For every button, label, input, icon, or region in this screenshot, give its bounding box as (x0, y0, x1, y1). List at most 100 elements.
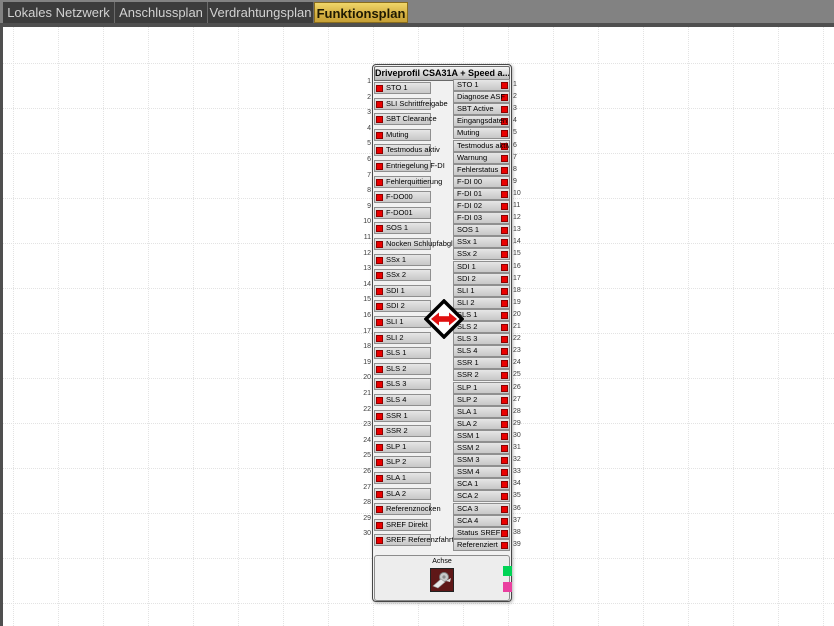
pin-connection-marker-icon[interactable] (501, 227, 508, 234)
pin-connection-marker-icon[interactable] (376, 303, 383, 310)
pin-connection-marker-icon[interactable] (501, 445, 508, 452)
axis-motor-icon[interactable] (430, 568, 454, 592)
input-pin[interactable]: SSx 1 (374, 254, 431, 266)
pin-connection-marker-icon[interactable] (501, 372, 508, 379)
pin-connection-marker-icon[interactable] (376, 444, 383, 451)
pin-connection-marker-icon[interactable] (376, 257, 383, 264)
pin-connection-marker-icon[interactable] (501, 324, 508, 331)
function-plan-canvas[interactable]: Driveprofil CSA31A + Speed a... STO 1 1 SL… (0, 27, 834, 626)
output-pin[interactable]: SLP 2 (453, 394, 510, 406)
output-pin[interactable]: SSR 1 (453, 357, 510, 369)
input-pin[interactable]: SSR 1 (374, 410, 431, 422)
pin-connection-marker-icon[interactable] (376, 475, 383, 482)
pin-connection-marker-icon[interactable] (376, 288, 383, 295)
pin-connection-marker-icon[interactable] (501, 409, 508, 416)
input-pin[interactable]: SSR 2 (374, 425, 431, 437)
output-pin[interactable]: SDI 2 (453, 273, 510, 285)
pin-connection-marker-icon[interactable] (501, 433, 508, 440)
input-pin[interactable]: Muting (374, 129, 431, 141)
pin-connection-marker-icon[interactable] (501, 397, 508, 404)
pin-connection-marker-icon[interactable] (376, 335, 383, 342)
pin-connection-marker-icon[interactable] (376, 413, 383, 420)
input-pin[interactable]: Testmodus aktiv (374, 144, 440, 156)
pin-connection-marker-icon[interactable] (376, 241, 383, 248)
pin-connection-marker-icon[interactable] (501, 360, 508, 367)
pin-connection-marker-icon[interactable] (376, 179, 383, 186)
output-pin[interactable]: F-DI 03 (453, 212, 510, 224)
output-pin[interactable]: SLP 1 (453, 382, 510, 394)
pin-connection-marker-icon[interactable] (501, 106, 508, 113)
pin-connection-marker-icon[interactable] (501, 300, 508, 307)
pin-connection-marker-icon[interactable] (376, 459, 383, 466)
tab-anschlussplan[interactable]: Anschlussplan (115, 2, 208, 23)
output-pin[interactable]: SOS 1 (453, 224, 510, 236)
input-pin[interactable]: Nocken Schlupfabgleich (374, 238, 466, 250)
input-pin[interactable]: SLA 2 (374, 488, 431, 500)
output-pin[interactable]: SSM 4 (453, 466, 510, 478)
input-pin[interactable]: F-DO01 (374, 207, 431, 219)
output-pin[interactable]: Diagnose ASF (453, 91, 510, 103)
pin-connection-marker-icon[interactable] (501, 493, 508, 500)
pin-connection-marker-icon[interactable] (501, 481, 508, 488)
output-pin[interactable]: SLI 1 (453, 285, 510, 297)
output-pin[interactable]: Referenziert (453, 539, 510, 551)
pin-connection-marker-icon[interactable] (501, 167, 508, 174)
output-pin[interactable]: SDI 1 (453, 261, 510, 273)
output-pin[interactable]: SLA 2 (453, 418, 510, 430)
pin-connection-marker-icon[interactable] (501, 336, 508, 343)
output-pin[interactable]: SSR 2 (453, 369, 510, 381)
output-pin[interactable]: F-DI 01 (453, 188, 510, 200)
input-pin[interactable]: SREF Direkt (374, 519, 431, 531)
pin-connection-marker-icon[interactable] (501, 179, 508, 186)
tab-funktionsplan[interactable]: Funktionsplan (314, 2, 408, 23)
pin-connection-marker-icon[interactable] (501, 288, 508, 295)
input-pin[interactable]: STO 1 (374, 82, 431, 94)
pin-connection-marker-icon[interactable] (501, 518, 508, 525)
pin-connection-marker-icon[interactable] (376, 366, 383, 373)
pin-connection-marker-icon[interactable] (376, 225, 383, 232)
pin-connection-marker-icon[interactable] (376, 397, 383, 404)
output-pin[interactable]: F-DI 02 (453, 200, 510, 212)
pin-connection-marker-icon[interactable] (501, 203, 508, 210)
pin-connection-marker-icon[interactable] (501, 542, 508, 549)
pin-connection-marker-icon[interactable] (501, 348, 508, 355)
output-pin[interactable]: Fehlerstatus (453, 164, 510, 176)
input-pin[interactable]: SLI 1 (374, 316, 431, 328)
input-pin[interactable]: F-DO00 (374, 191, 431, 203)
tab-lokales-netzwerk[interactable]: Lokales Netzwerk (3, 2, 115, 23)
pin-connection-marker-icon[interactable] (376, 491, 383, 498)
pin-connection-marker-icon[interactable] (501, 312, 508, 319)
pin-connection-marker-icon[interactable] (501, 215, 508, 222)
input-pin[interactable]: SLS 2 (374, 363, 431, 375)
pin-connection-marker-icon[interactable] (376, 194, 383, 201)
output-pin[interactable]: SLS 4 (453, 345, 510, 357)
pin-connection-marker-icon[interactable] (376, 522, 383, 529)
output-pin[interactable]: SSx 1 (453, 236, 510, 248)
pin-connection-marker-icon[interactable] (376, 319, 383, 326)
pin-connection-marker-icon[interactable] (376, 147, 383, 154)
input-pin[interactable]: SOS 1 (374, 222, 431, 234)
output-pin[interactable]: Warnung (453, 152, 510, 164)
pin-connection-marker-icon[interactable] (376, 210, 383, 217)
input-pin[interactable]: SLS 1 (374, 347, 431, 359)
pin-connection-marker-icon[interactable] (376, 537, 383, 544)
pin-connection-marker-icon[interactable] (501, 385, 508, 392)
input-pin[interactable]: SDI 1 (374, 285, 431, 297)
output-pin[interactable]: Eingangsdaten gültig (453, 115, 510, 127)
pin-connection-marker-icon[interactable] (501, 191, 508, 198)
pin-connection-marker-icon[interactable] (501, 506, 508, 513)
output-pin[interactable]: SLA 1 (453, 406, 510, 418)
pin-connection-marker-icon[interactable] (376, 132, 383, 139)
output-pin[interactable]: Muting (453, 127, 510, 139)
axis-port-magenta[interactable] (503, 582, 512, 592)
pin-connection-marker-icon[interactable] (501, 457, 508, 464)
input-pin[interactable]: SLS 3 (374, 378, 431, 390)
input-pin[interactable]: SREF Referenzfahrt (374, 534, 454, 546)
output-pin[interactable]: SCA 1 (453, 478, 510, 490)
input-pin[interactable]: SLS 4 (374, 394, 431, 406)
output-pin[interactable]: Testmodus aktiv (453, 140, 510, 152)
output-pin[interactable]: F-DI 00 (453, 176, 510, 188)
pin-connection-marker-icon[interactable] (376, 506, 383, 513)
pin-connection-marker-icon[interactable] (376, 116, 383, 123)
output-pin[interactable]: SSM 2 (453, 442, 510, 454)
